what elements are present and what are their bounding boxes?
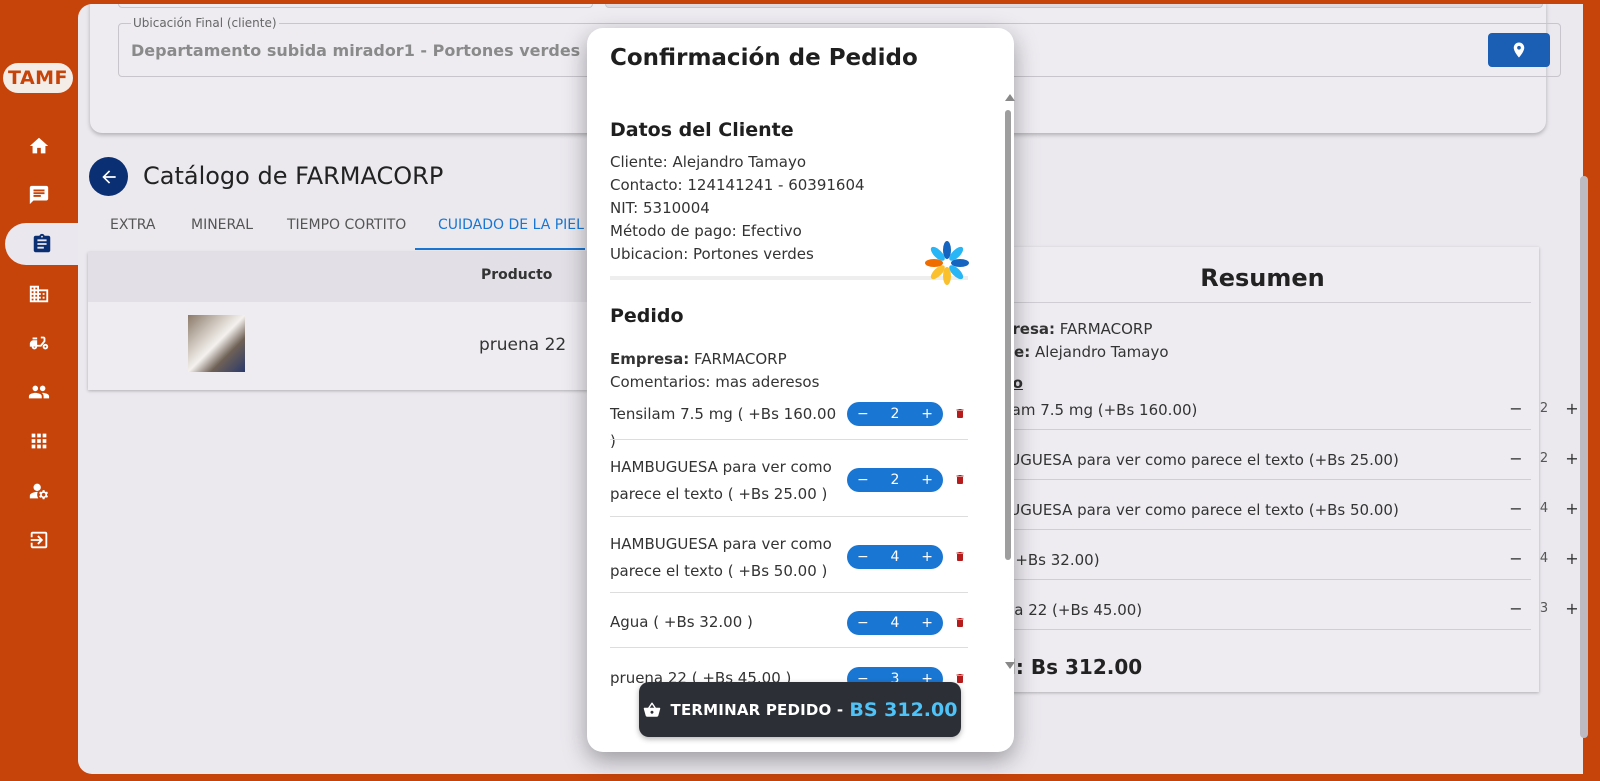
client-name: Cliente: Alejandro Tamayo: [610, 153, 807, 171]
decrease-button[interactable]: −: [857, 472, 869, 488]
item-quantity: 2: [890, 472, 900, 488]
item-divider: [610, 439, 968, 440]
order-item-name: Tensilam 7.5 mg ( +Bs 160.00 ): [610, 405, 837, 450]
order-company-label: Empresa:: [610, 350, 690, 368]
trash-icon: [956, 552, 964, 561]
quantity-stepper: − 2 +: [847, 402, 943, 426]
quantity-stepper: − 4 +: [847, 545, 943, 569]
order-item-name: HAMBUGUESA para ver como parece el texto…: [610, 458, 832, 503]
client-payment-method: Método de pago: Efectivo: [610, 222, 802, 240]
item-quantity: 4: [890, 549, 900, 565]
order-comments: Comentarios: mas aderesos: [610, 373, 820, 391]
increase-button[interactable]: +: [921, 549, 933, 565]
increase-button[interactable]: +: [921, 406, 933, 422]
order-company-value: FARMACORP: [694, 350, 787, 368]
delete-item-button[interactable]: [954, 472, 966, 487]
order-company: Empresa: FARMACORP: [610, 350, 787, 368]
increase-button[interactable]: +: [921, 472, 933, 488]
trash-icon: [956, 618, 964, 627]
dialog-scrollbar[interactable]: [1003, 94, 1015, 674]
decrease-button[interactable]: −: [857, 406, 869, 422]
company-logo: [925, 241, 969, 285]
item-quantity: 4: [890, 615, 900, 631]
section-divider: [610, 276, 968, 280]
scroll-down-arrow-icon[interactable]: [1005, 662, 1015, 669]
order-section-title: Pedido: [610, 305, 684, 327]
item-quantity: 2: [890, 406, 900, 422]
dialog-title: Confirmación de Pedido: [610, 45, 918, 71]
finish-order-label: TERMINAR PEDIDO -: [670, 700, 844, 719]
scroll-up-arrow-icon[interactable]: [1005, 94, 1015, 101]
item-divider: [610, 516, 968, 517]
item-divider: [610, 592, 968, 593]
delete-item-button[interactable]: [954, 549, 966, 564]
quantity-stepper: − 2 +: [847, 468, 943, 492]
client-section-title: Datos del Cliente: [610, 119, 794, 141]
order-item-name: HAMBUGUESA para ver como parece el texto…: [610, 535, 832, 580]
decrease-button[interactable]: −: [857, 615, 869, 631]
delete-item-button[interactable]: [954, 615, 966, 630]
delete-item-button[interactable]: [954, 406, 966, 421]
trash-icon: [956, 475, 964, 484]
order-item-name: Agua ( +Bs 32.00 ): [610, 613, 753, 631]
client-contact: Contacto: 124141241 - 60391604: [610, 176, 865, 194]
dialog-scroll-area[interactable]: Datos del Cliente Cliente: Alejandro Tam…: [587, 88, 1014, 700]
trash-icon: [956, 409, 964, 418]
order-confirmation-dialog: Confirmación de Pedido Datos del Cliente…: [587, 28, 1014, 752]
increase-button[interactable]: +: [921, 615, 933, 631]
scrollbar-thumb[interactable]: [1005, 110, 1011, 560]
shopping-basket-icon: [643, 702, 660, 717]
decrease-button[interactable]: −: [857, 549, 869, 565]
client-location: Ubicacion: Portones verdes: [610, 245, 814, 263]
finish-order-button[interactable]: TERMINAR PEDIDO - BS 312.00: [639, 682, 961, 737]
quantity-stepper: − 4 +: [847, 611, 943, 635]
item-divider: [610, 647, 968, 648]
client-nit: NIT: 5310004: [610, 199, 710, 217]
finish-order-amount: BS 312.00: [849, 698, 958, 721]
